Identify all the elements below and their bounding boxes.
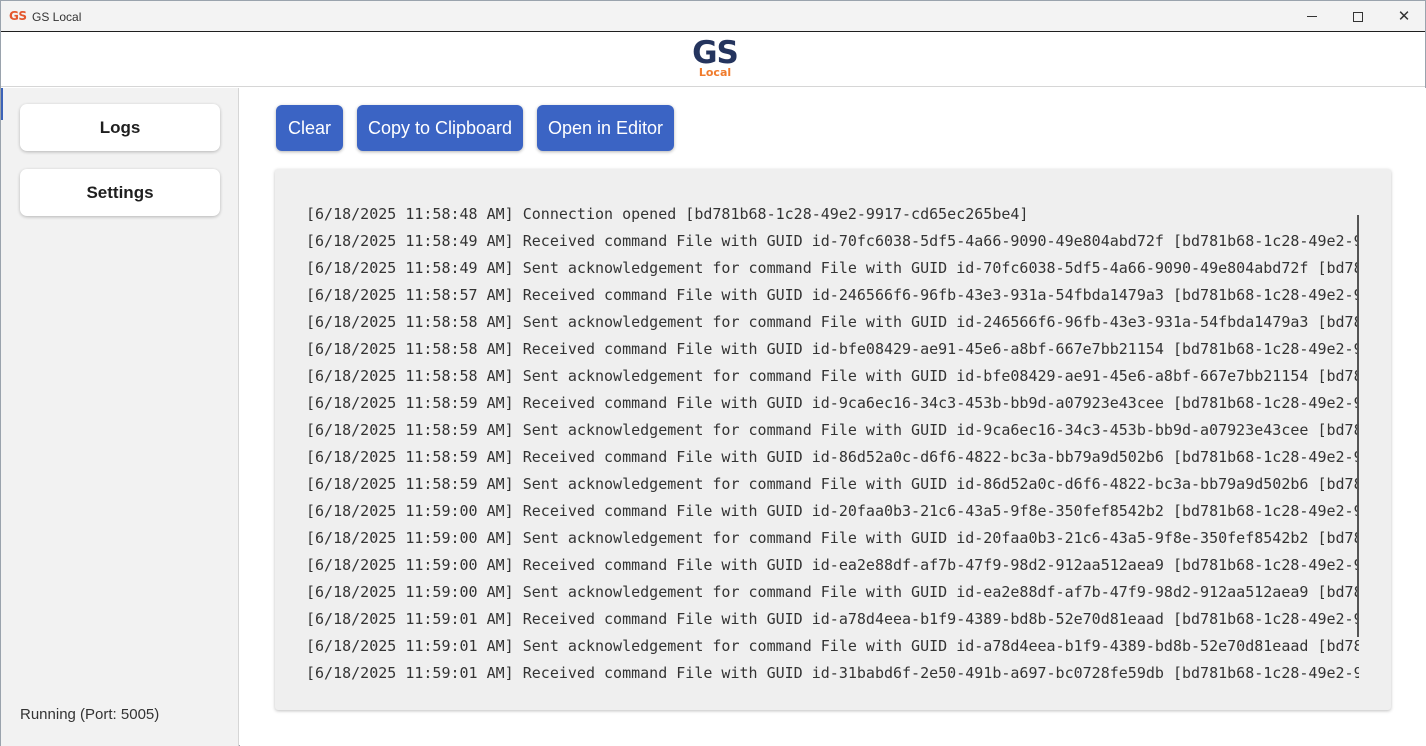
sidebar: Logs Settings Running (Port: 5005) — [1, 88, 239, 746]
log-line: [6/18/2025 11:58:59 AM] Sent acknowledge… — [306, 475, 1359, 493]
log-line: [6/18/2025 11:58:59 AM] Received command… — [306, 394, 1359, 412]
log-line: [6/18/2025 11:59:00 AM] Received command… — [306, 502, 1359, 520]
sidebar-item-logs[interactable]: Logs — [20, 104, 220, 151]
log-line: [6/18/2025 11:58:59 AM] Received command… — [306, 448, 1359, 466]
sidebar-accent — [1, 88, 3, 120]
minimize-icon — [1307, 16, 1317, 17]
server-status: Running (Port: 5005) — [20, 706, 160, 723]
log-line: [6/18/2025 11:58:58 AM] Received command… — [306, 340, 1359, 358]
clear-button[interactable]: Clear — [276, 105, 343, 151]
logo-main-text: GS — [692, 35, 739, 71]
log-line: [6/18/2025 11:59:00 AM] Received command… — [306, 556, 1359, 574]
log-line: [6/18/2025 11:58:48 AM] Connection opene… — [306, 205, 1029, 223]
log-line: [6/18/2025 11:58:49 AM] Received command… — [306, 232, 1359, 250]
app-header: GS Local — [1, 32, 1425, 87]
log-line: [6/18/2025 11:58:59 AM] Sent acknowledge… — [306, 421, 1359, 439]
log-line: [6/18/2025 11:59:01 AM] Received command… — [306, 610, 1359, 628]
main-content: Clear Copy to Clipboard Open in Editor [… — [240, 88, 1426, 746]
log-line: [6/18/2025 11:59:01 AM] Sent acknowledge… — [306, 637, 1359, 655]
log-line: [6/18/2025 11:58:58 AM] Sent acknowledge… — [306, 367, 1359, 385]
log-line: [6/18/2025 11:58:58 AM] Sent acknowledge… — [306, 313, 1359, 331]
log-line: [6/18/2025 11:59:00 AM] Sent acknowledge… — [306, 529, 1359, 547]
window-title: GS Local — [32, 10, 82, 24]
close-button[interactable]: ✕ — [1381, 1, 1426, 32]
app-icon: GS — [9, 9, 27, 23]
log-scrollbar[interactable] — [1357, 215, 1359, 637]
close-icon: ✕ — [1397, 7, 1411, 25]
log-line: [6/18/2025 11:59:01 AM] Received command… — [306, 664, 1359, 682]
title-bar[interactable]: GS GS Local ✕ — [1, 1, 1425, 32]
log-panel[interactable]: [6/18/2025 11:58:48 AM] Connection opene… — [275, 169, 1391, 710]
open-in-editor-button[interactable]: Open in Editor — [537, 105, 674, 151]
app-logo: GS Local — [687, 37, 743, 83]
log-line: [6/18/2025 11:58:57 AM] Received command… — [306, 286, 1359, 304]
sidebar-item-settings[interactable]: Settings — [20, 169, 220, 216]
app-window: GS GS Local ✕ GS Local Logs Settings Run… — [0, 0, 1426, 746]
log-line: [6/18/2025 11:59:00 AM] Sent acknowledge… — [306, 583, 1359, 601]
minimize-button[interactable] — [1289, 1, 1335, 32]
maximize-button[interactable] — [1335, 1, 1381, 32]
copy-to-clipboard-button[interactable]: Copy to Clipboard — [357, 105, 523, 151]
log-line: [6/18/2025 11:58:49 AM] Sent acknowledge… — [306, 259, 1359, 277]
maximize-icon — [1353, 11, 1363, 22]
log-list: [6/18/2025 11:58:48 AM] Connection opene… — [306, 201, 1359, 701]
